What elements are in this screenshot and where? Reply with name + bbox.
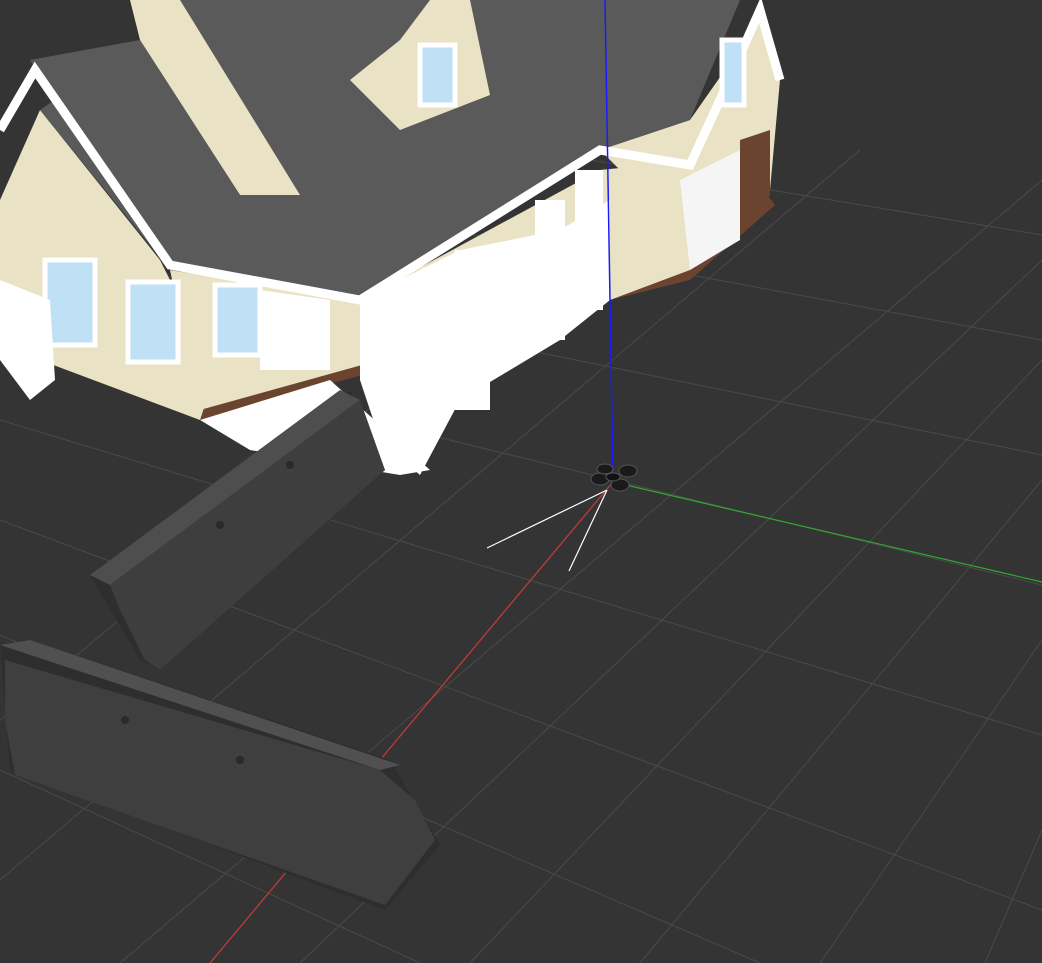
sensor-rays — [486, 489, 608, 572]
scene-canvas[interactable] — [0, 0, 1042, 963]
3d-viewport[interactable] — [0, 0, 1042, 963]
house — [0, 0, 785, 475]
quadcopter-drone-icon[interactable] — [590, 463, 638, 492]
concrete-barrier-2 — [0, 640, 440, 910]
y-axis — [612, 481, 1042, 583]
